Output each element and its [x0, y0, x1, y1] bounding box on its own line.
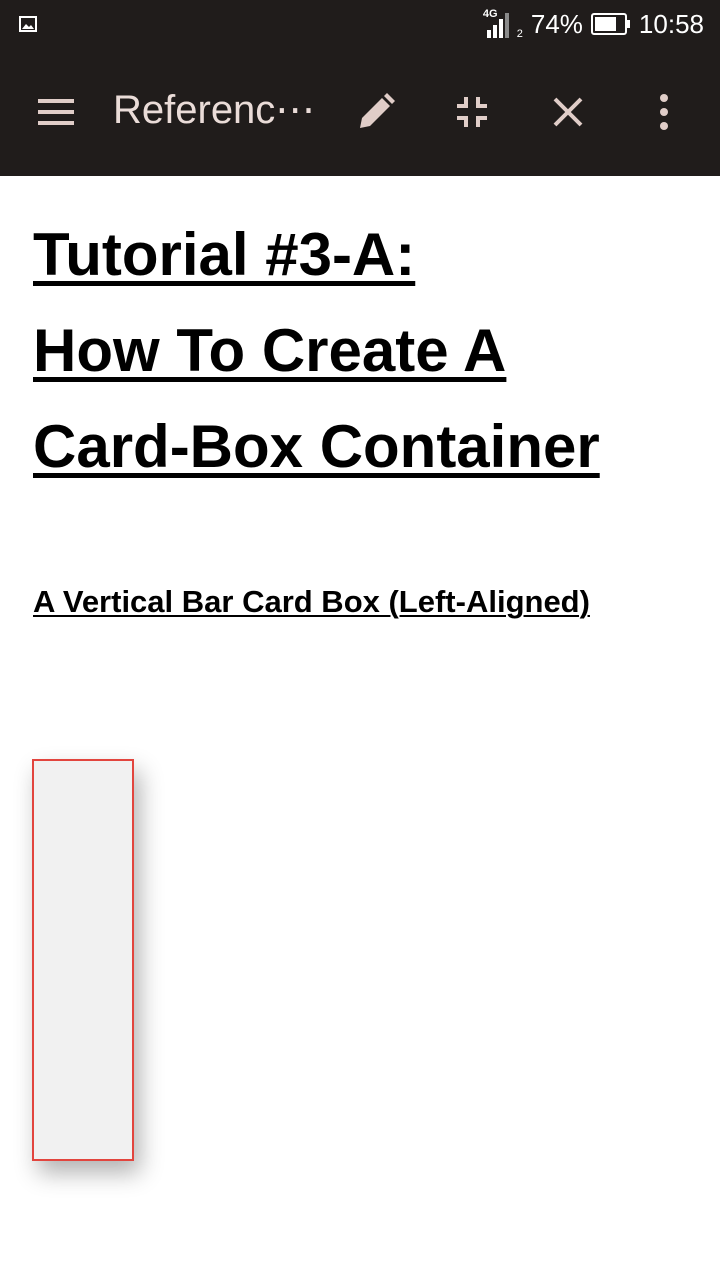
signal-strength-icon: 4G 2: [482, 8, 523, 40]
sim-slot-label: 2: [516, 28, 523, 40]
more-vertical-icon[interactable]: [632, 80, 696, 144]
app-toolbar: Referenc⋯: [0, 48, 720, 176]
pencil-icon[interactable]: [344, 80, 408, 144]
close-icon[interactable]: [536, 80, 600, 144]
title-line-1: Tutorial #3-A:: [33, 221, 416, 288]
document-content: Tutorial #3-A: How To Create A Card-Box …: [0, 176, 720, 1280]
status-indicators: 4G 2 74% 10:58: [483, 0, 704, 48]
image-icon: [19, 16, 37, 32]
clock: 10:58: [638, 8, 704, 39]
toolbar-title: Referenc⋯: [113, 88, 316, 132]
fullscreen-exit-icon[interactable]: [440, 80, 504, 144]
status-bar: 4G 2 74% 10:58: [0, 0, 720, 48]
battery-icon: [590, 13, 630, 35]
network-type-label: 4G: [482, 8, 498, 20]
title-line-2: How To Create A: [33, 317, 507, 384]
hamburger-menu-icon[interactable]: [24, 80, 88, 144]
battery-percent: 74%: [530, 8, 583, 39]
section-subtitle: A Vertical Bar Card Box (Left-Aligned): [33, 584, 590, 619]
vertical-bar-card-box: [32, 759, 134, 1161]
title-line-3: Card-Box Container: [33, 413, 600, 480]
